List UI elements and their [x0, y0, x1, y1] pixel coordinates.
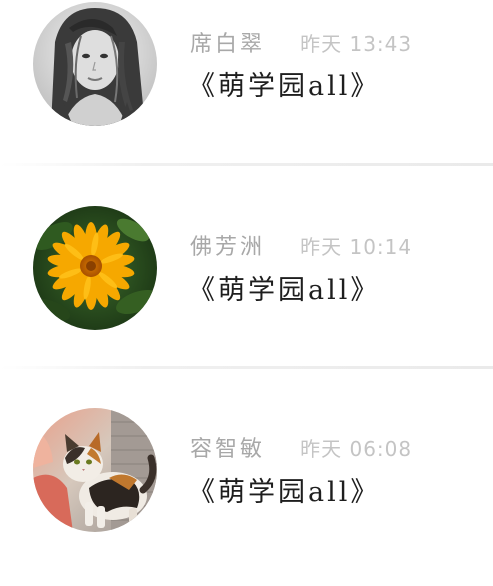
message-list: 席白翠 昨天 13:43 《萌学园all》 佛芳洲 昨天 10:14 《萌学园a…: [0, 0, 493, 553]
portrait-photo-icon[interactable]: [33, 2, 157, 126]
sender-name: 容智敏: [190, 437, 266, 462]
message-meta: 佛芳洲 昨天 10:14: [190, 229, 413, 261]
message-item[interactable]: 席白翠 昨天 13:43 《萌学园all》: [0, 0, 493, 200]
message-time: 昨天 06:08: [300, 436, 413, 461]
message-subject: 《萌学园all》: [188, 71, 381, 102]
cat-photo-icon[interactable]: [33, 408, 157, 532]
message-time: 昨天 10:14: [300, 234, 413, 259]
divider: [0, 163, 493, 166]
flower-photo-icon[interactable]: [33, 206, 157, 330]
message-item[interactable]: 容智敏 昨天 06:08 《萌学园all》: [0, 386, 493, 586]
message-subject: 《萌学园all》: [188, 477, 381, 508]
message-time: 昨天 13:43: [300, 31, 413, 56]
message-meta: 容智敏 昨天 06:08: [190, 431, 413, 463]
message-meta: 席白翠 昨天 13:43: [190, 26, 413, 58]
divider: [0, 366, 493, 369]
message-subject: 《萌学园all》: [188, 275, 381, 306]
sender-name: 佛芳洲: [190, 235, 266, 260]
message-item[interactable]: 佛芳洲 昨天 10:14 《萌学园all》: [0, 184, 493, 384]
sender-name: 席白翠: [190, 32, 266, 57]
